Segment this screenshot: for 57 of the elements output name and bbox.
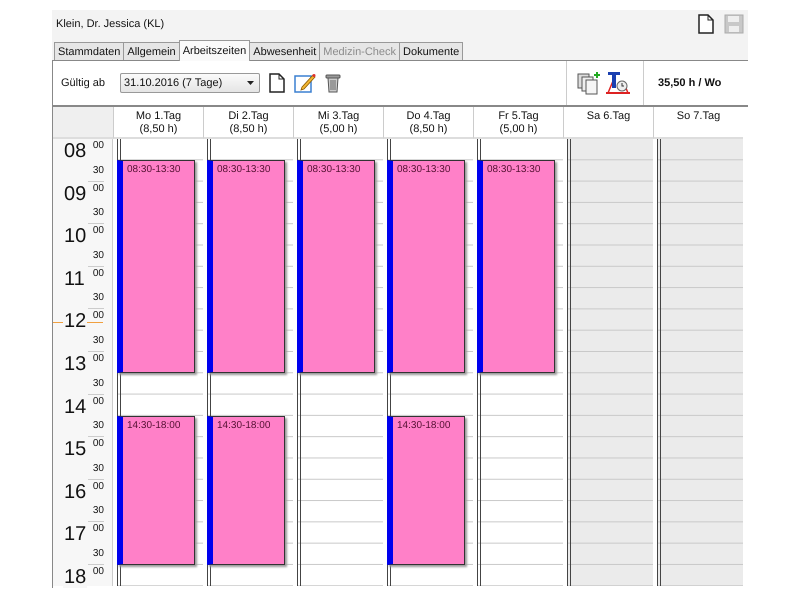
shift-block[interactable]: 08:30-13:30: [477, 160, 555, 374]
shift-block[interactable]: 08:30-13:30: [117, 160, 195, 374]
day-hours: (8,50 h): [230, 123, 268, 136]
minute-label: 00: [92, 522, 104, 536]
tab[interactable]: Allgemein: [123, 42, 180, 60]
minute-label: 30: [88, 374, 104, 395]
tab[interactable]: Abwesenheit: [249, 42, 320, 60]
minute-label: 30: [88, 416, 104, 438]
day-hours: (8,50 h): [410, 123, 448, 136]
day-label: So 7.Tag: [676, 110, 720, 123]
minute-label: 30: [88, 160, 104, 182]
shift-block[interactable]: 08:30-13:30: [387, 160, 465, 374]
edit-icon[interactable]: [294, 73, 316, 93]
minute-label: 00: [92, 352, 104, 366]
day-label: Mi 3.Tag: [318, 110, 360, 123]
day-label: Do 4.Tag: [406, 110, 451, 123]
tab[interactable]: Dokumente: [399, 42, 464, 60]
document-icon[interactable]: [698, 14, 714, 34]
field-label: Gültig ab: [61, 77, 106, 89]
tab[interactable]: Arbeitszeiten: [178, 40, 250, 61]
shift-block[interactable]: 08:30-13:30: [297, 160, 375, 374]
window-title: Klein, Dr. Jessica (KL): [56, 18, 164, 30]
minute-label: 30: [88, 203, 104, 224]
day-label: Mo 1.Tag: [136, 110, 182, 123]
shift-block[interactable]: 14:30-18:00: [207, 416, 285, 565]
trash-icon[interactable]: [325, 73, 342, 93]
minute-label: 30: [88, 288, 104, 310]
minute-label: 00: [92, 266, 104, 281]
day-label: Fr 5.Tag: [498, 110, 539, 123]
weekly-total: 35,50 h / Wo: [657, 77, 722, 89]
minute-label: 30: [88, 330, 104, 352]
tab[interactable]: Stammdaten: [54, 42, 124, 60]
shift-block[interactable]: 14:30-18:00: [387, 416, 465, 565]
copy-documents-icon[interactable]: [577, 71, 601, 95]
minute-label: 30: [88, 246, 104, 267]
day-label: Di 2.Tag: [228, 110, 269, 123]
minute-label: 00: [92, 480, 104, 494]
new-document-icon[interactable]: [269, 73, 286, 93]
shift-block[interactable]: 08:30-13:30: [207, 160, 285, 374]
minute-label: 00: [92, 224, 104, 238]
minute-label: 00: [92, 139, 104, 153]
minute-label: 00: [92, 564, 104, 579]
time-template-icon[interactable]: [605, 71, 631, 95]
caret-icon: [247, 81, 254, 85]
shift-block[interactable]: 14:30-18:00: [117, 416, 195, 565]
minute-label: 00: [92, 394, 104, 409]
day-hours: (8,50 h): [140, 123, 178, 136]
minute-label: 00: [92, 309, 104, 324]
day-hours: (5,00 h): [320, 123, 358, 136]
day-hours: (5,00 h): [500, 123, 538, 136]
minute-label: 30: [88, 501, 104, 522]
day-label: Sa 6.Tag: [586, 110, 630, 123]
minute-label: 00: [92, 182, 104, 196]
minute-label: 00: [92, 437, 104, 452]
date-dropdown[interactable]: 31.10.2016 (7 Tage): [120, 73, 260, 93]
minute-label: 30: [88, 544, 104, 565]
minute-label: 30: [88, 458, 104, 480]
